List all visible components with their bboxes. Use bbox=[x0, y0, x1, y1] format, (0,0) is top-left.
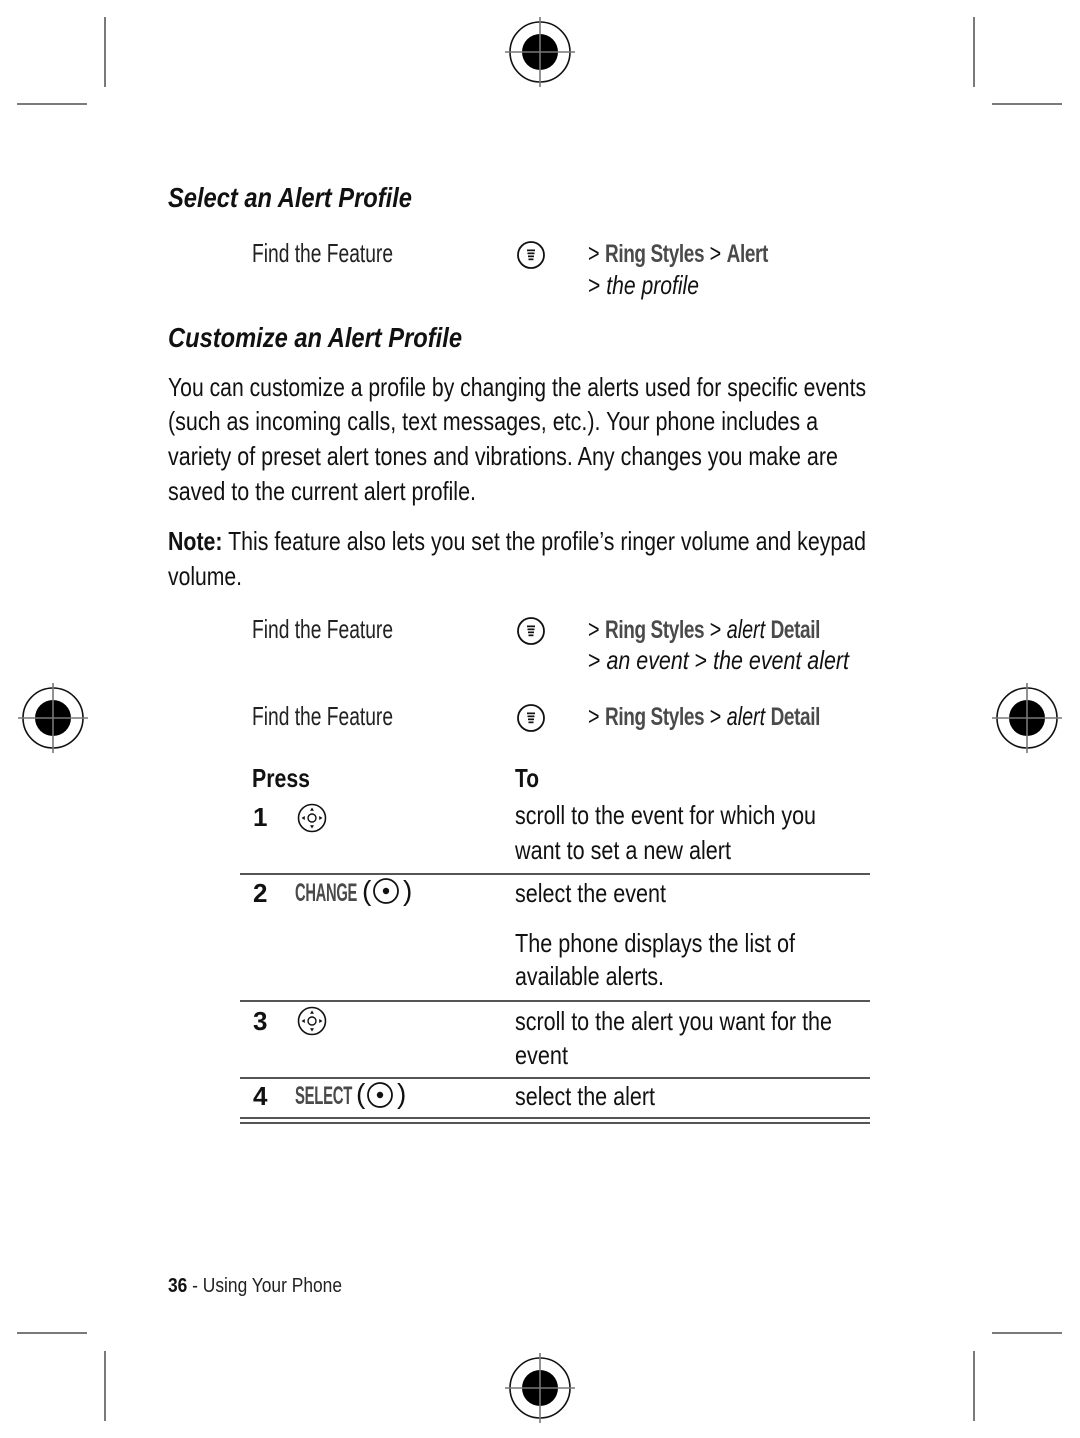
step-number: 4 bbox=[253, 1081, 268, 1111]
table-row-divider bbox=[240, 1000, 870, 1002]
step-action-line: event bbox=[515, 1040, 568, 1070]
find-feature-label: Find the Feature bbox=[252, 701, 394, 731]
table-header-press: Press bbox=[252, 763, 310, 793]
center-select-key-icon bbox=[373, 878, 399, 904]
path-separator: > bbox=[694, 645, 708, 675]
paren-close: ) bbox=[403, 875, 413, 906]
table-row-divider bbox=[240, 873, 870, 875]
paren-close: ) bbox=[397, 1078, 407, 1109]
menu-item-an-event: an event bbox=[606, 645, 689, 675]
table-bottom-rule bbox=[240, 1122, 870, 1124]
menu-item-ring-styles: Ring Styles bbox=[605, 240, 705, 268]
crop-mark-top-right-horizontal bbox=[992, 103, 1062, 105]
page-footer: 36 - Using Your Phone bbox=[168, 1269, 342, 1303]
menu-item-detail: Detail bbox=[770, 616, 821, 644]
paragraph-line: You can customize a profile by changing … bbox=[168, 372, 867, 402]
menu-path-line: > Ring Styles > Alert bbox=[588, 236, 768, 270]
menu-item-ring-styles: Ring Styles bbox=[605, 703, 705, 731]
path-separator: > bbox=[588, 614, 600, 644]
menu-item-detail: Detail bbox=[770, 703, 821, 731]
registration-mark-left bbox=[18, 683, 88, 753]
menu-item-alert-variable: alert bbox=[726, 701, 766, 731]
step-number: 3 bbox=[253, 1006, 268, 1036]
nav-key-icon bbox=[297, 1006, 327, 1036]
note-line: volume. bbox=[168, 561, 243, 591]
path-separator: > bbox=[709, 614, 722, 644]
crop-mark-top-right-vertical bbox=[973, 17, 975, 87]
menu-path-line: > an event > the event alert bbox=[588, 643, 849, 677]
paren-open: ( bbox=[356, 1078, 366, 1109]
note-line: Note: This feature also lets you set the… bbox=[168, 524, 866, 558]
crop-mark-bottom-right-vertical bbox=[973, 1351, 975, 1421]
registration-mark-bottom bbox=[505, 1353, 575, 1423]
step-action-line: scroll to the alert you want for the bbox=[515, 1006, 832, 1036]
step-action-line: select the alert bbox=[515, 1081, 655, 1111]
menu-path-line: > Ring Styles > alert Detail bbox=[588, 612, 820, 646]
step-number: 2 bbox=[253, 878, 268, 908]
paragraph-line: variety of preset alert tones and vibrat… bbox=[168, 441, 838, 471]
crop-mark-top-left-vertical bbox=[104, 17, 106, 87]
path-separator: > bbox=[709, 701, 722, 731]
paragraph-line: (such as incoming calls, text messages, … bbox=[168, 406, 819, 436]
find-feature-label: Find the Feature bbox=[252, 614, 394, 644]
note-label: Note: bbox=[168, 526, 223, 556]
table-bottom-rule bbox=[240, 1117, 870, 1119]
step-action-line: scroll to the event for which you bbox=[515, 800, 817, 830]
crop-mark-bottom-right-horizontal bbox=[992, 1332, 1062, 1334]
footer-separator: - bbox=[192, 1275, 198, 1297]
menu-item-ring-styles: Ring Styles bbox=[605, 616, 705, 644]
softkey-label-select: SELECT bbox=[295, 1082, 353, 1110]
step-number: 1 bbox=[253, 802, 268, 832]
find-feature-label: Find the Feature bbox=[252, 238, 394, 268]
menu-key-icon bbox=[517, 241, 545, 269]
step-action-line: want to set a new alert bbox=[515, 835, 731, 865]
note-text: This feature also lets you set the profi… bbox=[228, 526, 866, 556]
page-number: 36 bbox=[168, 1275, 188, 1297]
path-separator: > bbox=[588, 270, 601, 300]
menu-path-line: > the profile bbox=[588, 268, 699, 302]
crop-mark-bottom-left-horizontal bbox=[17, 1332, 87, 1334]
menu-key-icon bbox=[517, 704, 545, 732]
table-header-to: To bbox=[515, 763, 540, 793]
footer-section-title: Using Your Phone bbox=[202, 1275, 343, 1297]
step-result-line: available alerts. bbox=[515, 961, 665, 991]
step-action-line: select the event bbox=[515, 878, 666, 908]
paren-open: ( bbox=[362, 875, 372, 906]
menu-item-alert-variable: alert bbox=[726, 614, 766, 644]
crop-mark-bottom-left-vertical bbox=[104, 1351, 106, 1421]
menu-item-alert: Alert bbox=[726, 240, 769, 268]
registration-mark-right bbox=[992, 683, 1062, 753]
paragraph-line: saved to the current alert profile. bbox=[168, 476, 476, 506]
path-separator: > bbox=[588, 645, 601, 675]
section-heading-customize-alert-profile: Customize an Alert Profile bbox=[168, 322, 463, 353]
menu-item-the-profile: the profile bbox=[606, 270, 699, 300]
menu-key-icon bbox=[517, 617, 545, 645]
path-separator: > bbox=[588, 701, 600, 731]
registration-mark-top bbox=[505, 17, 575, 87]
menu-path-line: > Ring Styles > alert Detail bbox=[588, 699, 820, 733]
softkey-label-change: CHANGE bbox=[295, 879, 357, 907]
step-result-line: The phone displays the list of bbox=[515, 928, 795, 958]
crop-mark-top-left-horizontal bbox=[17, 103, 87, 105]
path-separator: > bbox=[709, 238, 722, 268]
menu-item-the-event-alert: the event alert bbox=[713, 645, 850, 675]
center-select-key-icon bbox=[367, 1082, 393, 1108]
section-heading-select-alert-profile: Select an Alert Profile bbox=[168, 182, 412, 213]
path-separator: > bbox=[588, 238, 600, 268]
nav-key-icon bbox=[297, 803, 327, 833]
